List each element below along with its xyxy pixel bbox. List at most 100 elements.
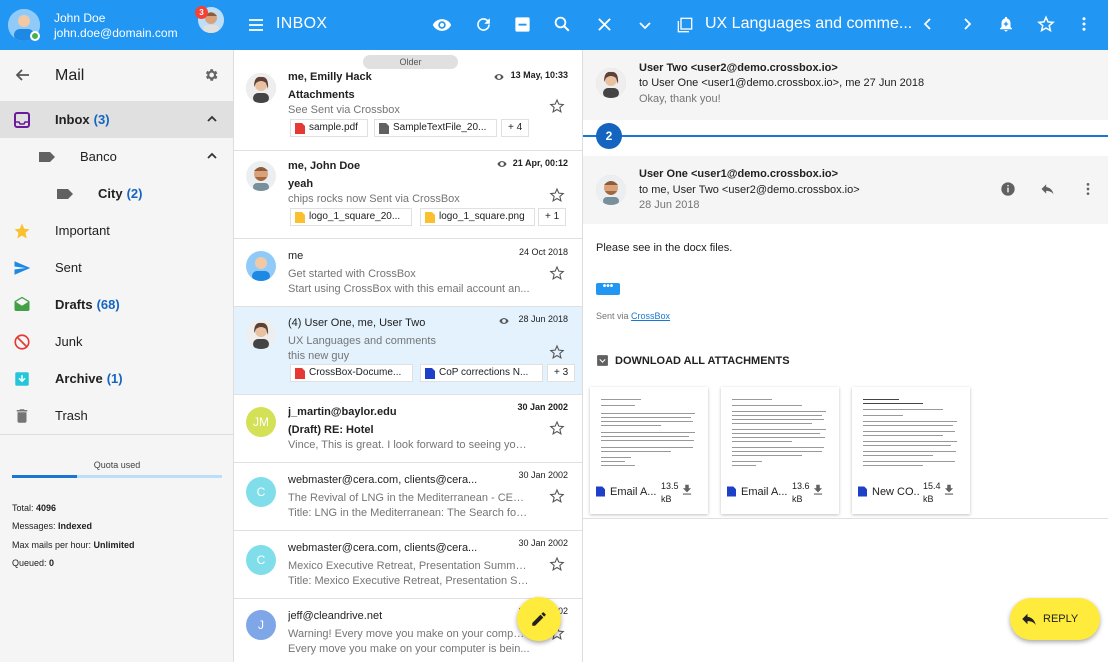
thread-count-badge[interactable]: 2 — [596, 123, 622, 149]
list-toolbar: INBOX — [234, 0, 583, 50]
attachment-card[interactable]: Email A... 13.6 kB — [721, 387, 839, 514]
doc-file-icon — [727, 486, 736, 497]
more-attachments-chip[interactable]: + 3 — [547, 364, 576, 382]
close-icon[interactable] — [597, 17, 612, 32]
avatar — [596, 68, 626, 98]
attachment-chip[interactable]: CrossBox-Docume... — [290, 364, 413, 382]
download-icon[interactable] — [811, 483, 825, 497]
message-sender: me, John Doe — [288, 160, 361, 172]
refresh-icon[interactable] — [474, 15, 493, 34]
sidebar-item-label: Inbox — [55, 112, 90, 127]
sidebar-item-inbox[interactable]: Inbox (3) — [0, 101, 233, 138]
attachment-card[interactable]: New CO... 15.4 kB — [852, 387, 970, 514]
reply-icon[interactable] — [1039, 181, 1056, 197]
attachment-chip[interactable]: SampleTextFile_20... — [374, 119, 497, 137]
show-quoted-button[interactable]: ••• — [596, 282, 620, 295]
attachment-name: New CO... — [872, 486, 920, 498]
message-snippet: Okay, thank you! — [639, 93, 721, 105]
attachment-card[interactable]: Email A... 13.5 kB — [590, 387, 708, 514]
eye-icon[interactable] — [432, 15, 452, 35]
sidebar-item-junk[interactable]: Junk — [0, 323, 233, 360]
signature-text: Sent via — [596, 311, 629, 321]
chevron-left-icon[interactable] — [921, 17, 935, 31]
doc-file-icon — [858, 486, 867, 497]
message-list: Older me, Emilly Hack 13 May, 10:33 Atta… — [234, 50, 583, 662]
list-item[interactable]: me, Emilly Hack 13 May, 10:33 Attachment… — [234, 64, 582, 151]
star-outline-icon[interactable] — [549, 187, 565, 203]
quota-bar-fill — [12, 475, 77, 478]
document-thumbnail — [597, 391, 701, 479]
download-icon[interactable] — [680, 483, 694, 497]
sidebar-item-city[interactable]: City (2) — [0, 175, 233, 212]
star-outline-icon[interactable] — [549, 98, 565, 114]
collapsed-message[interactable]: User Two <user2@demo.crossbox.io> to Use… — [583, 50, 1108, 120]
reply-button[interactable]: REPLY — [1010, 598, 1100, 640]
open-window-icon[interactable] — [677, 17, 693, 33]
more-attachments-chip[interactable]: + 1 — [538, 208, 567, 226]
chevron-right-icon[interactable] — [960, 17, 974, 31]
sidebar-item-banco[interactable]: Banco — [0, 138, 233, 175]
attachment-chip[interactable]: sample.pdf — [290, 119, 368, 137]
chevron-up-icon[interactable] — [205, 112, 219, 126]
star-outline-icon[interactable] — [549, 488, 565, 504]
star-outline-icon[interactable] — [549, 556, 565, 572]
sender-line: User Two <user2@demo.crossbox.io> — [639, 62, 838, 74]
star-outline-icon[interactable] — [1037, 15, 1055, 33]
stat-label: Max mails per hour: — [12, 540, 92, 550]
message-date: 24 Oct 2018 — [518, 247, 568, 257]
stat-value: 4096 — [36, 503, 57, 513]
label-icon — [39, 152, 55, 162]
message-date: 21 Apr, 00:12 — [512, 158, 568, 168]
info-icon[interactable] — [1000, 181, 1016, 197]
attachment-chip[interactable]: CoP corrections N... — [420, 364, 543, 382]
sidebar-item-count: (3) — [93, 112, 110, 127]
doc-file-icon — [425, 368, 435, 379]
more-vert-icon[interactable] — [1075, 15, 1093, 33]
list-item[interactable]: JM j_martin@baylor.edu 30 Jan 2002 (Draf… — [234, 395, 582, 463]
online-status-dot — [30, 31, 40, 41]
star-outline-icon[interactable] — [549, 344, 565, 360]
crossbox-link[interactable]: CrossBox — [631, 311, 670, 321]
list-item-selected[interactable]: (4) User One, me, User Two 28 Jun 2018 U… — [234, 307, 582, 395]
chevron-up-icon[interactable] — [205, 149, 219, 163]
more-attachments-chip[interactable]: + 4 — [501, 119, 530, 137]
bell-add-icon[interactable] — [997, 15, 1015, 33]
attachment-name: logo_1_square.png — [439, 211, 525, 222]
compose-button[interactable] — [517, 597, 561, 641]
message-date: 30 Jan 2002 — [518, 470, 568, 480]
chevron-down-icon[interactable] — [638, 18, 652, 32]
list-item[interactable]: C webmaster@cera.com, clients@cera.... 3… — [234, 463, 582, 531]
divider — [583, 518, 1108, 519]
list-item[interactable]: C webmaster@cera.com, clients@cera.... 3… — [234, 531, 582, 599]
back-arrow-icon[interactable] — [14, 67, 30, 83]
inbox-icon — [14, 112, 30, 128]
message-preview: Mexico Executive Retreat, Presentation S… — [288, 560, 530, 572]
message-preview: The Revival of LNG in the Mediterranean … — [288, 492, 530, 504]
attachment-chip[interactable]: logo_1_square.png — [420, 208, 535, 226]
stat-value: Unlimited — [93, 540, 135, 550]
sidebar-item-archive[interactable]: Archive (1) — [0, 360, 233, 397]
list-item[interactable]: me, John Doe 21 Apr, 00:12 yeah chips ro… — [234, 151, 582, 239]
search-icon[interactable] — [553, 15, 571, 33]
eye-icon — [494, 74, 504, 80]
star-outline-icon[interactable] — [549, 265, 565, 281]
sidebar-item-drafts[interactable]: Drafts (68) — [0, 286, 233, 323]
message-sender: me — [288, 250, 304, 262]
pencil-icon — [532, 612, 546, 626]
account-header[interactable]: John Doe john.doe@domain.com 3 — [0, 0, 234, 50]
sidebar-item-trash[interactable]: Trash — [0, 397, 233, 434]
send-icon — [14, 261, 31, 275]
deselect-icon[interactable] — [513, 15, 532, 34]
sidebar-item-sent[interactable]: Sent — [0, 249, 233, 286]
attachment-chip[interactable]: logo_1_square_20... — [290, 208, 412, 226]
more-vert-icon[interactable] — [1080, 181, 1096, 197]
star-outline-icon[interactable] — [549, 420, 565, 436]
message-preview-line2: Start using CrossBox with this email acc… — [288, 283, 530, 295]
thread-divider — [583, 135, 1108, 137]
sidebar-item-important[interactable]: Important — [0, 212, 233, 249]
download-icon[interactable] — [942, 483, 956, 497]
divider — [0, 434, 233, 435]
list-item[interactable]: me 24 Oct 2018 Get started with CrossBox… — [234, 239, 582, 307]
menu-icon[interactable] — [248, 17, 264, 33]
gear-icon[interactable] — [203, 67, 219, 83]
